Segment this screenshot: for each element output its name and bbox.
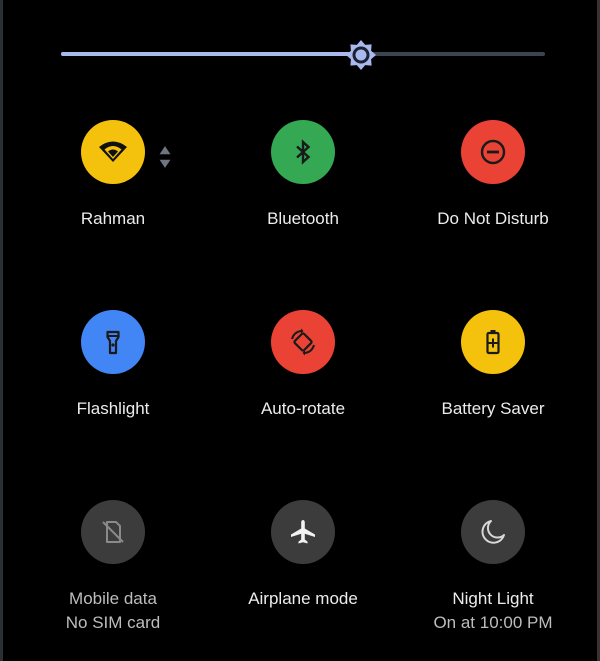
tile-label: Bluetooth [267, 209, 339, 228]
tile-label: Battery Saver [441, 399, 545, 418]
wifi-icon [99, 141, 127, 162]
tile-do-not-disturb[interactable]: Do Not Disturb [398, 120, 588, 230]
flashlight-button[interactable] [81, 310, 145, 374]
tile-bluetooth[interactable]: Bluetooth [208, 120, 398, 230]
tile-sublabel: No SIM card [65, 613, 161, 632]
quick-settings-panel: Rahman Bluetooth Do Not Disturb Flashlig… [0, 0, 600, 661]
tile-battery-saver[interactable]: Battery Saver [398, 310, 588, 420]
tile-label: Flashlight [76, 399, 150, 418]
night-light-icon [481, 520, 505, 544]
airplane-mode-button[interactable] [271, 500, 335, 564]
tile-label: Airplane mode [248, 589, 358, 608]
brightness-sun-icon[interactable] [344, 38, 378, 72]
brightness-fill [61, 52, 362, 56]
tile-label: Rahman [80, 209, 146, 228]
mobile-data-button[interactable] [81, 500, 145, 564]
tile-sublabel: On at 10:00 PM [433, 613, 553, 632]
tile-wifi[interactable]: Rahman [18, 120, 208, 230]
signal-arrows-icon [150, 142, 171, 168]
tile-mobile-data[interactable]: Mobile data No SIM card [18, 500, 208, 634]
tile-auto-rotate[interactable]: Auto-rotate [208, 310, 398, 420]
flashlight-icon [106, 330, 120, 355]
tile-label: Auto-rotate [260, 399, 346, 418]
auto-rotate-icon [291, 328, 315, 356]
auto-rotate-button[interactable] [271, 310, 335, 374]
battery-saver-icon [486, 330, 500, 355]
tile-label: Do Not Disturb [437, 209, 549, 228]
tile-label: Night Light [452, 589, 534, 608]
bluetooth-button[interactable] [271, 120, 335, 184]
do-not-disturb-button[interactable] [461, 120, 525, 184]
tile-night-light[interactable]: Night Light On at 10:00 PM [398, 500, 588, 634]
wifi-button[interactable] [81, 120, 171, 184]
tile-flashlight[interactable]: Flashlight [18, 310, 208, 420]
tile-airplane-mode[interactable]: Airplane mode [208, 500, 398, 610]
bluetooth-icon [296, 139, 311, 165]
battery-saver-button[interactable] [461, 310, 525, 374]
brightness-slider[interactable] [61, 38, 545, 72]
do-not-disturb-icon [480, 139, 506, 165]
tile-label: Mobile data [69, 589, 157, 608]
night-light-button[interactable] [461, 500, 525, 564]
no-sim-icon [102, 521, 124, 543]
airplane-icon [291, 520, 315, 544]
